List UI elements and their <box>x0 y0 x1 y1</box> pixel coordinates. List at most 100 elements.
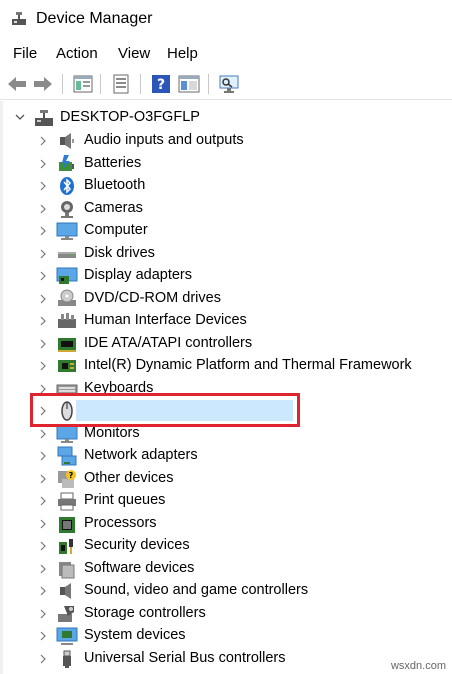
chevron-right-icon[interactable] <box>39 429 47 439</box>
chevron-right-icon[interactable] <box>39 226 47 236</box>
toolbar-separator <box>100 74 101 94</box>
properties-view-icon <box>73 75 93 93</box>
forward-button[interactable] <box>32 73 54 95</box>
tree-item-label: Bluetooth <box>84 177 146 193</box>
tree-item-label: Human Interface Devices <box>84 312 247 328</box>
chevron-right-icon[interactable] <box>39 181 47 191</box>
sound-icon <box>60 583 71 599</box>
tree-item[interactable]: Network adapters <box>3 445 452 467</box>
chevron-right-icon[interactable] <box>39 654 47 664</box>
tree-item[interactable]: Sound, video and game controllers <box>3 580 452 602</box>
tree-item-label: Other devices <box>84 469 174 486</box>
properties-view-button[interactable] <box>72 73 94 95</box>
callout-box <box>30 393 300 427</box>
dvd-drive-icon <box>58 289 76 306</box>
processor-icon <box>59 516 75 533</box>
chevron-right-icon[interactable] <box>39 474 47 484</box>
menu-file[interactable]: File <box>13 45 37 62</box>
tree-item-label: Storage controllers <box>84 604 206 621</box>
tree-item[interactable]: Software devices <box>3 558 452 580</box>
tree-item-label: Display adapters <box>84 267 192 283</box>
tree-item-label: Software devices <box>84 559 195 576</box>
tree-item[interactable]: DVD/CD-ROM drives <box>3 288 452 310</box>
chevron-right-icon[interactable] <box>39 519 47 529</box>
tree-item[interactable]: Intel(R) Dynamic Platform and Thermal Fr… <box>3 355 452 377</box>
bluetooth-icon <box>60 177 74 195</box>
show-hidden-button[interactable] <box>178 73 200 95</box>
usb-icon <box>63 650 71 668</box>
chevron-right-icon[interactable] <box>39 609 47 619</box>
show-hidden-icon <box>178 75 200 93</box>
scan-hardware-button[interactable] <box>218 73 240 95</box>
scan-hardware-icon <box>219 75 239 93</box>
tree-item[interactable]: Audio inputs and outputs <box>3 130 452 152</box>
disk-drive-icon <box>58 251 76 258</box>
system-device-icon <box>56 627 78 645</box>
update-driver-button[interactable] <box>110 73 132 95</box>
computer-icon <box>56 222 78 240</box>
tree-item[interactable]: Human Interface Devices <box>3 310 452 332</box>
tree-item-label: Computer <box>84 222 148 238</box>
back-button[interactable] <box>6 73 28 95</box>
tree-item-label: System devices <box>84 627 186 643</box>
tree-item-label: DVD/CD-ROM drives <box>84 289 221 306</box>
device-manager-icon <box>12 12 26 25</box>
printer-icon <box>58 492 76 511</box>
chevron-right-icon[interactable] <box>39 564 47 574</box>
tree-root[interactable]: DESKTOP-O3FGFLP <box>3 107 452 129</box>
device-tree: DESKTOP-O3FGFLP Audio inputs and outputs… <box>0 101 452 674</box>
tree-item-label: Network adapters <box>84 447 198 463</box>
tree-item-label: Audio inputs and outputs <box>84 132 244 148</box>
network-icon <box>57 446 77 466</box>
tree-item-label: Print queues <box>84 492 166 508</box>
tree-item[interactable]: ? Other devices <box>3 468 452 490</box>
storage-icon <box>58 605 74 622</box>
tree-item[interactable]: Universal Serial Bus controllers <box>3 648 452 670</box>
tree-item-label: Intel(R) Dynamic Platform and Thermal Fr… <box>84 357 412 373</box>
security-icon <box>59 539 73 554</box>
tree-item[interactable]: System devices <box>3 625 452 647</box>
tree-item[interactable]: Security devices <box>3 535 452 557</box>
chevron-right-icon[interactable] <box>39 496 47 506</box>
menu-view[interactable]: View <box>118 45 150 62</box>
chevron-right-icon[interactable] <box>39 136 47 146</box>
tree-item[interactable]: Processors <box>3 513 452 535</box>
tree-item-label: Security devices <box>84 537 190 553</box>
tree-item[interactable]: Bluetooth <box>3 175 452 197</box>
chevron-right-icon[interactable] <box>39 541 47 551</box>
hid-icon <box>58 313 76 328</box>
toolbar-separator <box>140 74 141 94</box>
menu-action[interactable]: Action <box>56 45 98 62</box>
computer-tower-icon <box>35 110 53 126</box>
tree-root-label: DESKTOP-O3FGFLP <box>60 109 200 125</box>
chevron-down-icon[interactable] <box>15 112 25 122</box>
tree-item[interactable]: Print queues <box>3 490 452 512</box>
chevron-right-icon[interactable] <box>39 204 47 214</box>
chevron-right-icon[interactable] <box>39 249 47 259</box>
chevron-right-icon[interactable] <box>39 384 47 394</box>
tree-item[interactable]: Storage controllers <box>3 603 452 625</box>
chevron-right-icon[interactable] <box>39 361 47 371</box>
chevron-right-icon[interactable] <box>39 451 47 461</box>
tree-item-label: Batteries <box>84 154 142 171</box>
update-driver-icon <box>113 74 129 94</box>
chevron-right-icon[interactable] <box>39 631 47 641</box>
tree-item-label: IDE ATA/ATAPI controllers <box>84 334 253 351</box>
chevron-right-icon[interactable] <box>39 294 47 304</box>
tree-item[interactable]: IDE ATA/ATAPI controllers <box>3 333 452 355</box>
chevron-right-icon[interactable] <box>39 159 47 169</box>
help-button[interactable]: ? <box>150 73 172 95</box>
chevron-right-icon[interactable] <box>39 271 47 281</box>
tree-item[interactable]: Disk drives <box>3 243 452 265</box>
tree-item[interactable]: Computer <box>3 220 452 242</box>
chevron-right-icon[interactable] <box>39 586 47 596</box>
tree-item[interactable]: Batteries <box>3 153 452 175</box>
chevron-right-icon[interactable] <box>39 339 47 349</box>
svg-text:?: ? <box>157 77 165 93</box>
menu-help[interactable]: Help <box>167 45 198 62</box>
chevron-right-icon[interactable] <box>39 316 47 326</box>
tree-item[interactable]: Cameras <box>3 198 452 220</box>
camera-icon <box>61 200 73 218</box>
display-adapter-icon <box>56 267 78 284</box>
tree-item[interactable]: Display adapters <box>3 265 452 287</box>
